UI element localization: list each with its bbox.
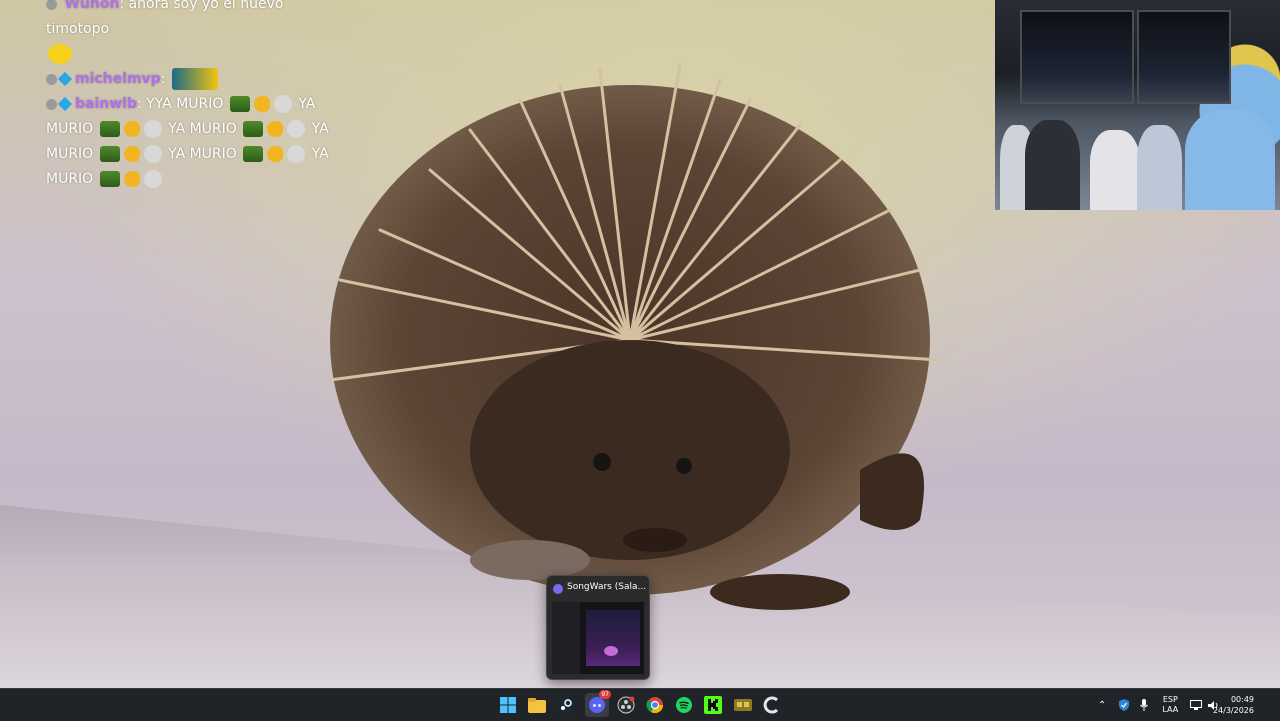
window-pane — [1020, 10, 1134, 104]
cat-emote-icon — [273, 95, 292, 113]
notification-badge: 97 — [599, 690, 611, 699]
tank-emote-icon — [99, 121, 120, 137]
tank-emote-icon — [99, 146, 120, 162]
cat-emote-icon — [143, 170, 162, 188]
tank-emote-icon — [243, 146, 264, 162]
smile-emote-icon — [48, 44, 72, 64]
webcam-overlay — [995, 0, 1280, 210]
keyboard-layout: LAA — [1162, 705, 1179, 714]
chat-badge-icon — [46, 0, 57, 10]
chat-text: YA — [311, 146, 329, 162]
subscriber-badge-icon — [57, 71, 73, 87]
steam-icon[interactable] — [555, 694, 577, 716]
file-explorer-icon[interactable] — [526, 694, 548, 716]
kick-icon[interactable] — [702, 694, 724, 716]
discord-icon — [553, 584, 563, 594]
window-pane — [1137, 10, 1231, 104]
person — [1090, 130, 1140, 210]
hand-emote-icon — [253, 96, 270, 112]
person — [1137, 125, 1182, 210]
hand-emote-icon — [267, 146, 284, 162]
chat-text: YA — [298, 96, 316, 112]
cat-emote-icon — [143, 120, 162, 138]
tank-emote-icon — [243, 121, 264, 137]
chat-text: : — [160, 71, 166, 87]
chat-badge-icon — [46, 73, 57, 85]
chat-text: : YYA MURIO — [137, 96, 224, 112]
chat-username: bainwlb — [75, 96, 137, 112]
discord-icon[interactable]: 97 — [585, 690, 611, 717]
person — [1025, 120, 1080, 210]
hand-emote-icon — [123, 146, 140, 162]
language-code: ESP — [1162, 695, 1178, 704]
taskbar-window-preview[interactable]: SongWars (Sala... — [546, 575, 650, 680]
tank-emote-icon — [229, 96, 250, 112]
shield-icon[interactable] — [1118, 699, 1130, 711]
chat-text: YA — [311, 121, 329, 137]
cat-emote-icon — [287, 145, 306, 163]
chat-message: michelmvp: — [46, 67, 346, 92]
language-indicator[interactable]: ESP LAA — [1162, 695, 1178, 715]
chat-text: YA MURIO — [168, 121, 237, 137]
chat-username: michelmvp — [75, 71, 161, 87]
obs-icon[interactable] — [615, 694, 637, 716]
clock-date: 24/3/2026 — [1212, 706, 1254, 715]
person — [1185, 110, 1275, 210]
spotify-icon[interactable] — [673, 694, 695, 716]
windows-start-icon[interactable] — [497, 694, 519, 716]
microphone-icon[interactable] — [1140, 699, 1149, 711]
echidna-image — [328, 63, 942, 610]
preview-title: SongWars (Sala... — [567, 582, 647, 592]
clock[interactable]: 00:49 24/3/2026 — [1213, 694, 1254, 716]
network-icon[interactable] — [1190, 699, 1203, 711]
hand-emote-icon — [267, 121, 284, 137]
tank-emote-icon — [99, 171, 120, 187]
cat-emote-icon — [287, 120, 306, 138]
chat-text: YA MURIO — [168, 146, 237, 162]
chevron-up-icon[interactable]: ⌃ — [1098, 700, 1106, 711]
preview-thumbnail[interactable] — [552, 602, 644, 674]
chat-text: MURIO — [46, 121, 94, 137]
emote-pack-icon — [171, 68, 218, 90]
clock-time: 00:49 — [1230, 695, 1254, 704]
chat-message: bainwlb: YYA MURIO YA MURIO YA MURIO YA … — [46, 92, 346, 192]
chrome-icon[interactable] — [644, 694, 666, 716]
chat-text: MURIO — [46, 171, 94, 187]
subscriber-badge-icon — [57, 96, 73, 112]
hand-emote-icon — [123, 171, 140, 187]
hand-emote-icon — [123, 121, 140, 137]
stream-chat-overlay: Wuhoh: ahora soy yo el nuevo timotopo mi… — [46, 0, 346, 192]
chat-username: Wuhoh — [64, 0, 120, 12]
chat-badge-icon — [46, 98, 57, 110]
system-tray: ⌃ ESP LAA — [1098, 689, 1220, 721]
game-icon[interactable] — [732, 694, 754, 716]
cat-emote-icon — [143, 145, 162, 163]
chat-text: MURIO — [46, 146, 94, 162]
ccleaner-icon[interactable] — [761, 694, 783, 716]
chat-message: Wuhoh: ahora soy yo el nuevo timotopo — [46, 0, 346, 42]
chat-message — [46, 42, 346, 67]
taskbar: 97 ⌃ ESP LAA 00:49 24/3/2026 — [0, 688, 1280, 721]
